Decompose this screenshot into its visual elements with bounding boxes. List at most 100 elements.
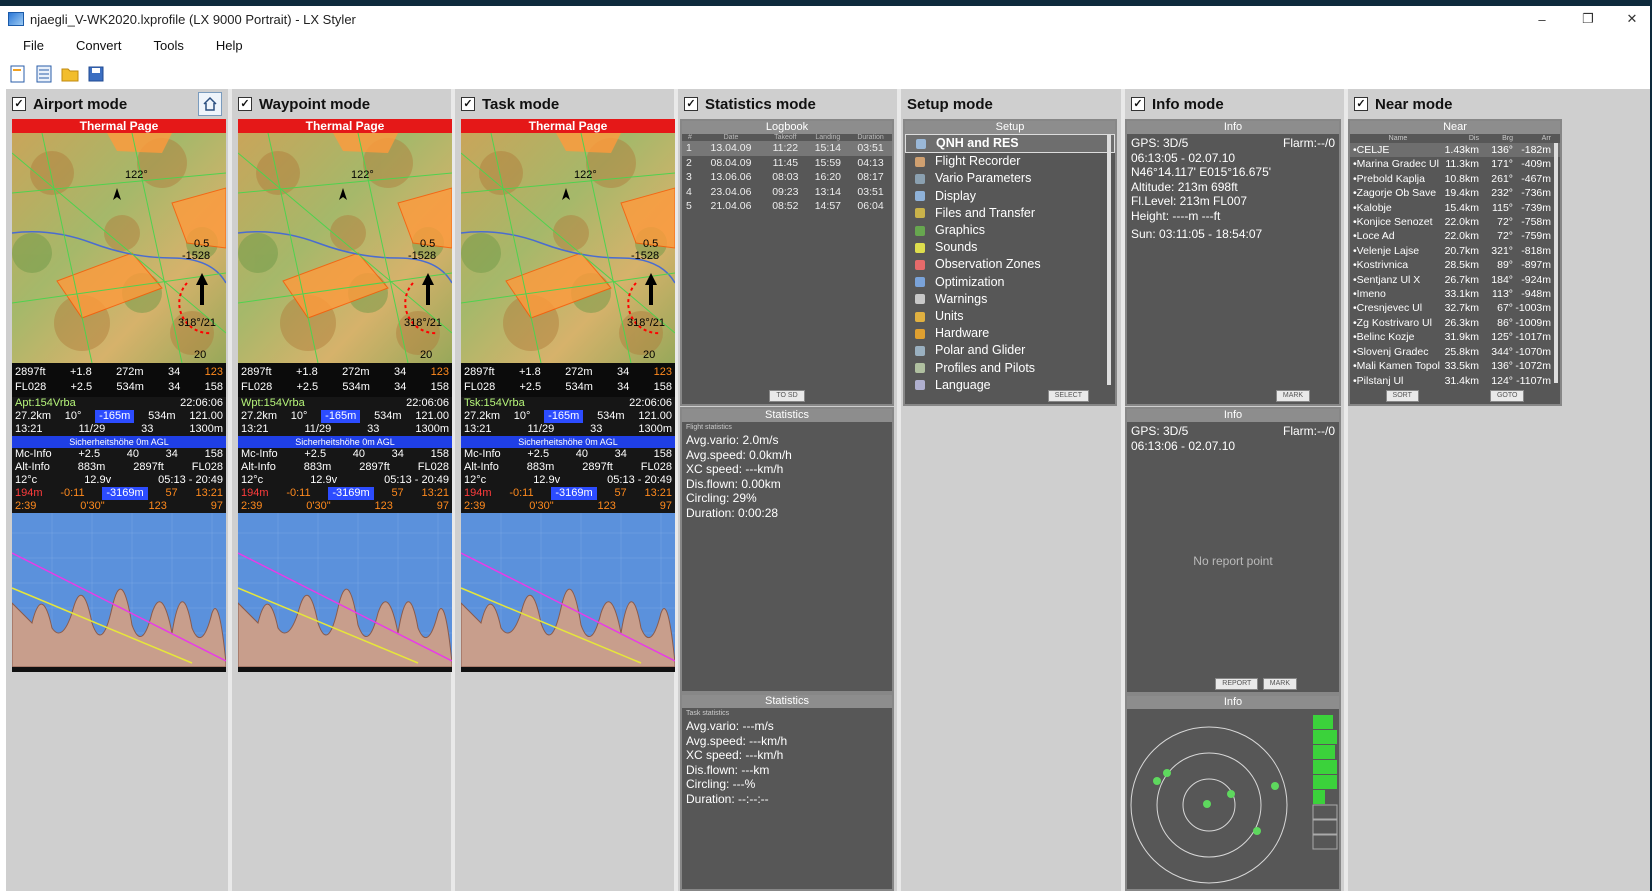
table-row[interactable]: 1 13.04.09 11:22 15:14 03:51 [682, 141, 892, 156]
home-icon[interactable] [198, 92, 222, 116]
minimize-button[interactable]: – [1520, 6, 1564, 32]
menu-tools[interactable]: Tools [153, 38, 183, 53]
setup-item-label: Profiles and Pilots [935, 360, 1036, 375]
mode-checkbox[interactable]: ✓ [684, 97, 698, 111]
mode-checkbox[interactable]: ✓ [1354, 97, 1368, 111]
setup-item-label: Display [935, 188, 976, 203]
setup-item[interactable]: Units [905, 308, 1115, 325]
list-item[interactable]: •Loce Ad 22.0km 72° -759m [1350, 229, 1560, 243]
status-bar: 2897ft +1.8 272m 34 123 FL028 +2.5 534m 34 158 [238, 363, 452, 397]
mark-button[interactable]: MARK [1275, 390, 1311, 402]
list-item[interactable]: •Velenje Lajse 20.7km 321° -818m [1350, 244, 1560, 258]
list-cell: -818m [1521, 244, 1551, 257]
list-icon[interactable] [34, 64, 54, 84]
list-item[interactable]: •Sentjanz Ul X 26.7km 184° -924m [1350, 273, 1560, 287]
navbox-panel[interactable]: Tsk:154Vrba 22:06:06 27.2km 10° -165m 534m 12… [461, 397, 675, 513]
setup-item[interactable]: Polar and Glider [905, 342, 1115, 359]
satellite-dot [1253, 827, 1261, 835]
list-item[interactable]: •Kalobje 15.4km 115° -739m [1350, 201, 1560, 215]
table-row[interactable]: 5 21.04.06 08:52 14:57 06:04 [682, 199, 892, 214]
list-item[interactable]: •Slovenj Gradec 25.8km 344° -1070m [1350, 345, 1560, 359]
terrain-map[interactable]: 122° 0.5 -1528 318°/21 20 [12, 133, 226, 363]
table-row[interactable]: 2 08.04.09 11:45 15:59 04:13 [682, 156, 892, 171]
list-item[interactable]: •Konjice Senozet 22.0km 72° -758m [1350, 215, 1560, 229]
sounds-icon [915, 242, 925, 253]
setup-item[interactable]: Flight Recorder [905, 153, 1115, 170]
mode-checkbox[interactable]: ✓ [1131, 97, 1145, 111]
list-item[interactable]: •CELJE 1.43km 136° -182m [1350, 143, 1560, 158]
list-cell: 136° [1491, 144, 1513, 156]
setup-item[interactable]: Vario Parameters [905, 170, 1115, 187]
list-item[interactable]: •Mali Kamen Topol 33.5km 136° -1072m [1350, 359, 1560, 373]
altitude-value: 2897ft [464, 366, 495, 378]
navbox-panel[interactable]: Wpt:154Vrba 22:06:06 27.2km 10° -165m 534m 12… [238, 397, 452, 513]
scrollbar[interactable] [1554, 143, 1558, 383]
task-statistics-panel: Statistics Task statistics Avg.vario: --… [680, 693, 894, 891]
goto-button[interactable]: GOTO [1489, 390, 1525, 402]
list-cell: 26.3km [1444, 316, 1479, 329]
list-item[interactable]: •Pilstanj Ul 31.4km 124° -1107m [1350, 374, 1560, 388]
mark-button[interactable]: MARK [1262, 678, 1297, 690]
terrain-map[interactable]: 122° 0.5 -1528 318°/21 20 [461, 133, 675, 363]
setup-item[interactable]: Hardware [905, 325, 1115, 342]
select-button[interactable]: SELECT [1047, 390, 1089, 402]
table-cell: 08:03 [772, 171, 799, 184]
setup-item[interactable]: Display [905, 188, 1115, 205]
svg-text:0.5: 0.5 [643, 238, 658, 250]
mode-checkbox[interactable]: ✓ [461, 97, 475, 111]
setup-item[interactable]: Graphics [905, 222, 1115, 239]
list-cell: 125° [1491, 331, 1513, 344]
list-cell: •Loce Ad [1353, 230, 1395, 243]
list-item[interactable]: •Prebold Kaplja 10.8km 261° -467m [1350, 172, 1560, 186]
list-cell: -1072m [1515, 360, 1551, 373]
list-cell: 28.5km [1444, 259, 1479, 272]
close-button[interactable]: ✕ [1610, 6, 1650, 32]
list-item[interactable]: •Cresnjevec Ul 32.7km 67° -1003m [1350, 301, 1560, 315]
table-row[interactable]: 3 13.06.06 08:03 16:20 08:17 [682, 170, 892, 185]
terrain-map[interactable]: 122° 0.5 -1528 318°/21 20 [238, 133, 452, 363]
to-sd-button[interactable]: TO SD [769, 390, 805, 402]
scrollbar[interactable] [1107, 135, 1111, 385]
setup-item[interactable]: QNH and RES [905, 134, 1115, 154]
list-item[interactable]: •Zagorje Ob Save 19.4km 232° -736m [1350, 186, 1560, 200]
list-item[interactable]: •Marina Gradec Ul 11.3km 171° -409m [1350, 157, 1560, 171]
sort-button[interactable]: SORT [1385, 390, 1419, 402]
save-icon[interactable] [86, 64, 106, 84]
menu-file[interactable]: File [23, 38, 44, 53]
polar-icon [915, 346, 925, 357]
stat-line: Avg.speed: ---km/h [686, 733, 788, 748]
list-cell: -924m [1521, 273, 1551, 286]
setup-item[interactable]: Warnings [905, 291, 1115, 308]
mode-checkbox[interactable]: ✓ [12, 97, 26, 111]
restore-button[interactable]: ❐ [1566, 6, 1610, 32]
altitude-value: 2897ft [241, 366, 272, 378]
navbox-panel[interactable]: Apt:154Vrba 22:06:06 27.2km 10° -165m 534m 12… [12, 397, 226, 513]
setup-item[interactable]: Files and Transfer [905, 205, 1115, 222]
new-icon[interactable] [8, 64, 28, 84]
no-report-text: No report point [1193, 554, 1273, 568]
report-button[interactable]: REPORT [1215, 678, 1259, 690]
setup-item[interactable]: Sounds [905, 239, 1115, 256]
list-item[interactable]: •Kostrivnica 28.5km 89° -897m [1350, 258, 1560, 272]
column-header: # [688, 134, 692, 141]
table-cell: 15:14 [814, 142, 841, 154]
setup-item-label: Hardware [935, 326, 990, 341]
menu-convert[interactable]: Convert [76, 38, 122, 53]
open-folder-icon[interactable] [60, 64, 80, 84]
list-item[interactable]: •Zg Kostrivaro Ul 26.3km 86° -1009m [1350, 316, 1560, 330]
setup-item[interactable]: Optimization [905, 274, 1115, 291]
list-cell: 33.1km [1444, 288, 1479, 301]
table-cell: 13:14 [814, 185, 841, 198]
setup-item[interactable]: Profiles and Pilots [905, 360, 1115, 377]
setup-item-label: Flight Recorder [935, 154, 1021, 169]
menu-help[interactable]: Help [216, 38, 243, 53]
stat-line: XC speed: ---km/h [686, 748, 784, 763]
list-item[interactable]: •Imeno 33.1km 113° -948m [1350, 287, 1560, 301]
list-cell: •Belinc Kozje [1353, 331, 1415, 344]
mode-checkbox[interactable]: ✓ [238, 97, 252, 111]
table-row[interactable]: 4 23.04.06 09:23 13:14 03:51 [682, 185, 892, 200]
panel-title: Statistics [682, 409, 892, 422]
list-cell: •Slovenj Gradec [1353, 345, 1429, 358]
setup-item[interactable]: Observation Zones [905, 256, 1115, 273]
list-item[interactable]: •Belinc Kozje 31.9km 125° -1017m [1350, 330, 1560, 344]
